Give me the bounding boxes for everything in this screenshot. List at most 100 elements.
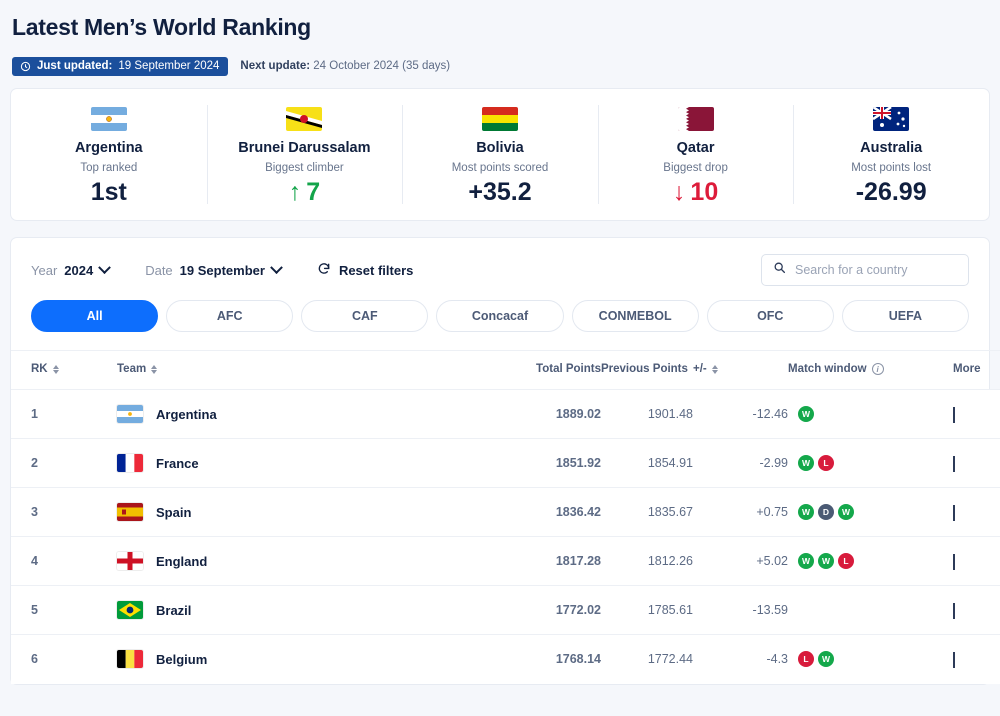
column-header-rank-label: RK (31, 363, 48, 376)
flag-spain (117, 503, 143, 522)
stat-value: -26.99 (856, 179, 927, 205)
match-result-win: W (818, 651, 834, 668)
flag-qatar (677, 106, 714, 131)
team-name: England (156, 553, 208, 569)
cell-more[interactable] (953, 438, 1000, 488)
chevron-down-icon[interactable] (953, 652, 955, 669)
cell-match-window: L W (788, 634, 953, 684)
stat-card-most-points-scored: Bolivia Most points scored +35.2 (402, 89, 598, 220)
cell-more[interactable] (953, 487, 1000, 537)
column-header-match-window: Match window i (788, 350, 953, 390)
stat-caption: Biggest drop (663, 161, 728, 174)
table-row[interactable]: 6 Belgium 1768.14 1772.44 -4.3 L W (11, 634, 1000, 684)
chevron-down-icon[interactable] (953, 456, 955, 473)
page-title: Latest Men’s World Ranking (12, 14, 311, 40)
team-name: Argentina (156, 406, 217, 422)
flag-bolivia (481, 106, 518, 131)
cell-rank-change (59, 536, 117, 586)
table-row[interactable]: 3 Spain 1836.42 1835.67 +0.75 W D W (11, 487, 1000, 537)
table-header: RK Team Total Points Previous Points +/-… (11, 350, 1000, 390)
cell-more[interactable] (953, 389, 1000, 439)
date-filter[interactable]: Date 19 September (145, 260, 283, 278)
column-header-previous-points[interactable]: Previous Points (601, 350, 693, 390)
flag-argentina (117, 405, 143, 424)
table-row[interactable]: 5 Brazil 1772.02 1785.61 -13.59 (11, 585, 1000, 635)
chevron-down-icon[interactable] (953, 554, 955, 571)
stat-caption: Most points lost (851, 161, 932, 174)
stat-value: +35.2 (468, 179, 531, 205)
confederation-tabs: All AFC CAF Concacaf CONMEBOL OFC UEFA (11, 300, 989, 350)
stats-summary-card: Argentina Top ranked 1st Brunei Darussal… (10, 88, 990, 222)
cell-rank: 2 (11, 438, 59, 488)
cell-diff: +5.02 (693, 536, 788, 586)
arrow-down-icon: ↓ (672, 177, 686, 206)
stat-country-name: Bolivia (476, 139, 524, 156)
tab-uefa[interactable]: UEFA (841, 300, 969, 333)
tab-caf[interactable]: CAF (301, 300, 429, 333)
update-info-row: Just updated: 19 September 2024 Next upd… (12, 56, 988, 77)
chevron-down-icon (98, 260, 112, 274)
info-icon[interactable]: i (871, 363, 884, 376)
column-header-rank[interactable]: RK (11, 350, 59, 390)
cell-more[interactable] (953, 536, 1000, 586)
reset-filters-label: Reset filters (338, 262, 414, 278)
cell-team: Belgium (117, 634, 497, 684)
tab-concacaf[interactable]: Concacaf (436, 300, 564, 333)
column-header-team[interactable]: Team (117, 350, 497, 390)
cell-team: Argentina (117, 389, 497, 439)
date-filter-value: 19 September (179, 262, 265, 278)
tab-conmebol[interactable]: CONMEBOL (571, 300, 699, 333)
stat-country-name: Brunei Darussalam (238, 139, 371, 156)
column-header-team-label: Team (117, 363, 147, 376)
team-name: Spain (156, 504, 192, 520)
year-filter[interactable]: Year 2024 (31, 260, 112, 278)
stat-card-biggest-climber: Brunei Darussalam Biggest climber ↑ 7 (206, 89, 403, 220)
next-update-info: Next update: 24 October 2024 (35 days) (240, 60, 450, 72)
cell-team: England (117, 536, 497, 586)
cell-diff: -2.99 (693, 438, 788, 488)
column-header-match-window-label: Match window (788, 363, 867, 376)
cell-more[interactable] (953, 634, 1000, 684)
cell-team: France (117, 438, 497, 488)
match-result-win: W (798, 406, 814, 423)
reset-filters-button[interactable]: Reset filters (317, 262, 413, 279)
stat-country-name: Australia (860, 139, 923, 156)
table-row[interactable]: 4 England 1817.28 1812.26 +5.02 W W L (11, 536, 1000, 586)
tab-ofc[interactable]: OFC (706, 300, 834, 333)
chevron-down-icon[interactable] (953, 407, 955, 424)
tab-afc[interactable]: AFC (166, 300, 294, 333)
stat-card-biggest-drop: Qatar Biggest drop ↓ 10 (597, 89, 794, 220)
cell-team: Spain (117, 487, 497, 537)
flag-belgium (117, 650, 143, 669)
table-row[interactable]: 1 Argentina 1889.02 1901.48 -12.46 W (11, 389, 1000, 439)
search-input[interactable] (795, 263, 957, 278)
stat-value-text: 7 (306, 177, 321, 206)
cell-total-points: 1851.92 (497, 438, 601, 488)
chevron-down-icon[interactable] (953, 603, 955, 620)
tab-all[interactable]: All (31, 300, 159, 333)
stat-caption: Most points scored (451, 161, 549, 174)
team-name: Belgium (156, 651, 208, 667)
cell-rank-change (59, 487, 117, 537)
column-header-total-points[interactable]: Total Points (497, 350, 601, 390)
stat-value: ↑ 7 (289, 177, 321, 206)
sort-icon[interactable] (711, 364, 719, 375)
stat-value: 1st (91, 179, 127, 205)
team-name: Brazil (156, 602, 192, 618)
chevron-down-icon[interactable] (953, 505, 955, 522)
table-row[interactable]: 2 France 1851.92 1854.91 -2.99 W L (11, 438, 1000, 488)
next-update-value: 24 October 2024 (35 days) (313, 60, 451, 73)
cell-rank: 4 (11, 536, 59, 586)
year-filter-value: 2024 (64, 262, 94, 278)
cell-more[interactable] (953, 585, 1000, 635)
sort-icon[interactable] (151, 364, 158, 375)
sort-icon[interactable] (52, 364, 59, 375)
cell-total-points: 1772.02 (497, 585, 601, 635)
cell-rank: 1 (11, 389, 59, 439)
stat-caption: Biggest climber (265, 161, 344, 174)
chevron-down-icon (270, 260, 283, 274)
search-box[interactable] (761, 254, 969, 287)
column-header-diff[interactable]: +/- (693, 350, 788, 390)
cell-total-points: 1817.28 (497, 536, 601, 586)
flag-brunei-darussalam (286, 106, 323, 131)
